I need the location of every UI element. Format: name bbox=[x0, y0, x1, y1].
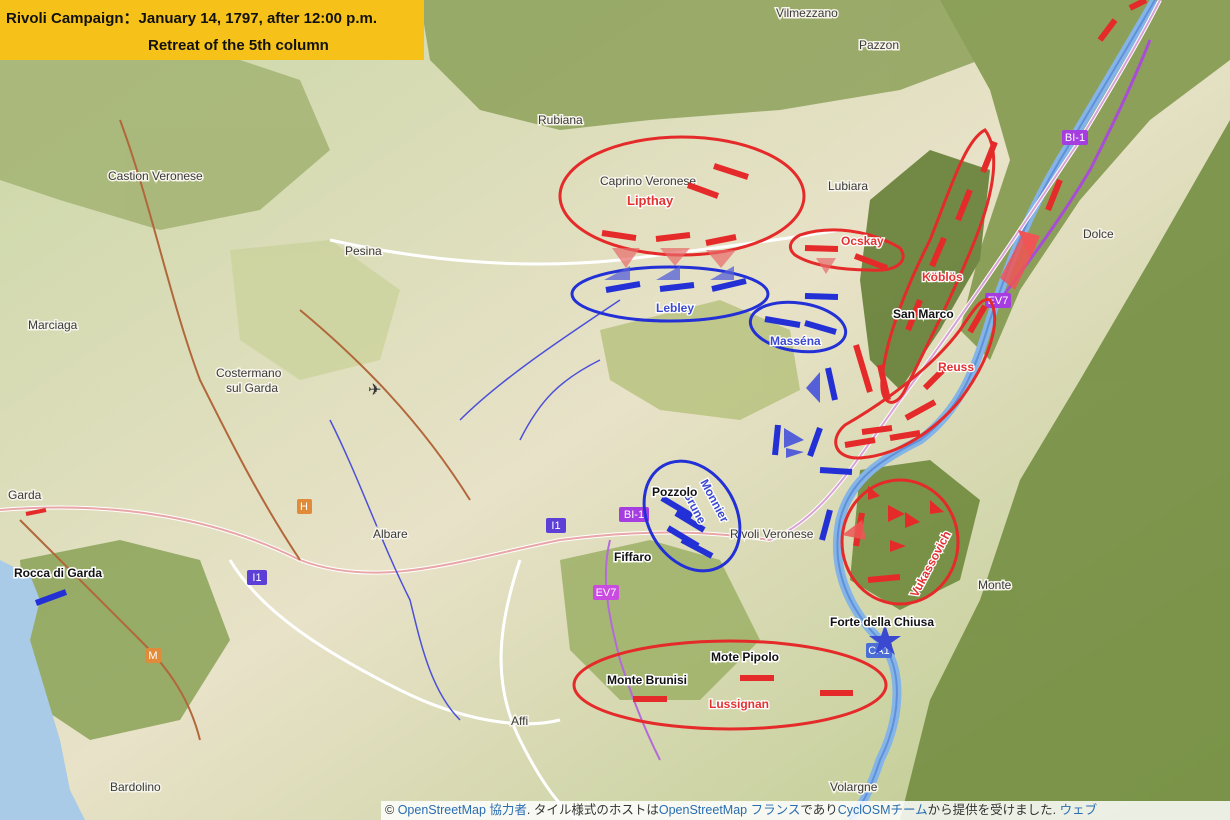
shield-i1-b: I1 bbox=[252, 572, 261, 584]
shield-i1-a: I1 bbox=[551, 520, 560, 532]
attribution-mid-2: であり bbox=[800, 803, 838, 817]
place-pesina: Pesina bbox=[345, 244, 382, 258]
place-albare: Albare bbox=[373, 527, 408, 541]
shield-bi1-west: BI-1 bbox=[624, 509, 644, 521]
place-caprino: Caprino Veronese bbox=[600, 174, 696, 188]
osm-france-link[interactable]: OpenStreetMap フランス bbox=[659, 803, 800, 817]
label-fiffaro: Fiffaro bbox=[614, 550, 651, 564]
place-castion: Castion Veronese bbox=[108, 169, 203, 183]
label-san-marco: San Marco bbox=[893, 307, 954, 321]
map-title: Rivoli Campaign：January 14, 1797, after … bbox=[0, 0, 424, 60]
map-canvas: Vilmezzano Pazzon Rubiana Castion Verone… bbox=[0, 0, 1230, 820]
place-rubiana: Rubiana bbox=[538, 113, 583, 127]
place-pazzon: Pazzon bbox=[859, 38, 899, 52]
attribution-mid-1: . タイル様式のホストは bbox=[526, 803, 659, 817]
osm-contributors-link[interactable]: OpenStreetMap 協力者 bbox=[398, 803, 527, 817]
place-rivoli: Rivoli Veronese bbox=[730, 527, 814, 541]
shield-bi1-east: BI-1 bbox=[1065, 132, 1085, 144]
place-dolce: Dolce bbox=[1083, 227, 1114, 241]
title-line-2: Retreat of the 5th column bbox=[148, 37, 329, 54]
label-mote-pipolo: Mote Pipolo bbox=[711, 650, 779, 664]
label-lipthay: Lipthay bbox=[627, 193, 674, 208]
label-ocskay: Ocskay bbox=[841, 234, 884, 248]
label-pozzolo: Pozzolo bbox=[652, 485, 697, 499]
label-forte: Forte della Chiusa bbox=[830, 615, 934, 629]
place-volargne: Volargne bbox=[830, 780, 878, 794]
place-garda: Garda bbox=[8, 488, 42, 502]
label-koblos: Köblös bbox=[922, 270, 963, 284]
place-monte: Monte bbox=[978, 578, 1012, 592]
cyclosm-link[interactable]: CyclOSMチーム bbox=[838, 803, 928, 817]
label-monte-brunisi: Monte Brunisi bbox=[607, 673, 687, 687]
map-view[interactable]: Vilmezzano Pazzon Rubiana Castion Verone… bbox=[0, 0, 1230, 820]
shield-m: M bbox=[148, 650, 157, 662]
attribution-prefix: © bbox=[385, 803, 398, 817]
label-lussignan: Lussignan bbox=[709, 697, 769, 711]
place-vilmezzano: Vilmezzano bbox=[776, 6, 838, 20]
attribution-mid-3: から提供を受けました. bbox=[927, 803, 1060, 817]
web-link[interactable]: ウェブ bbox=[1060, 803, 1098, 817]
place-marciaga: Marciaga bbox=[28, 318, 78, 332]
shield-h: H bbox=[300, 501, 308, 513]
place-bardolino: Bardolino bbox=[110, 780, 161, 794]
place-costermano-1: Costermano bbox=[216, 366, 282, 380]
label-lebley: Lebley bbox=[656, 301, 694, 315]
label-massena: Masséna bbox=[770, 334, 821, 348]
place-affi: Affi bbox=[511, 714, 528, 728]
label-rocca: Rocca di Garda bbox=[14, 566, 102, 580]
title-line-1: Rivoli Campaign：January 14, 1797, after … bbox=[6, 10, 377, 27]
place-costermano-2: sul Garda bbox=[226, 381, 278, 395]
place-lubiara: Lubiara bbox=[828, 179, 868, 193]
label-reuss: Reuss bbox=[938, 360, 974, 374]
attribution-bar: © OpenStreetMap 協力者. タイル様式のホストはOpenStree… bbox=[381, 801, 1230, 820]
shield-ev7-west: EV7 bbox=[596, 587, 617, 599]
airfield-icon: ✈ bbox=[368, 382, 381, 399]
